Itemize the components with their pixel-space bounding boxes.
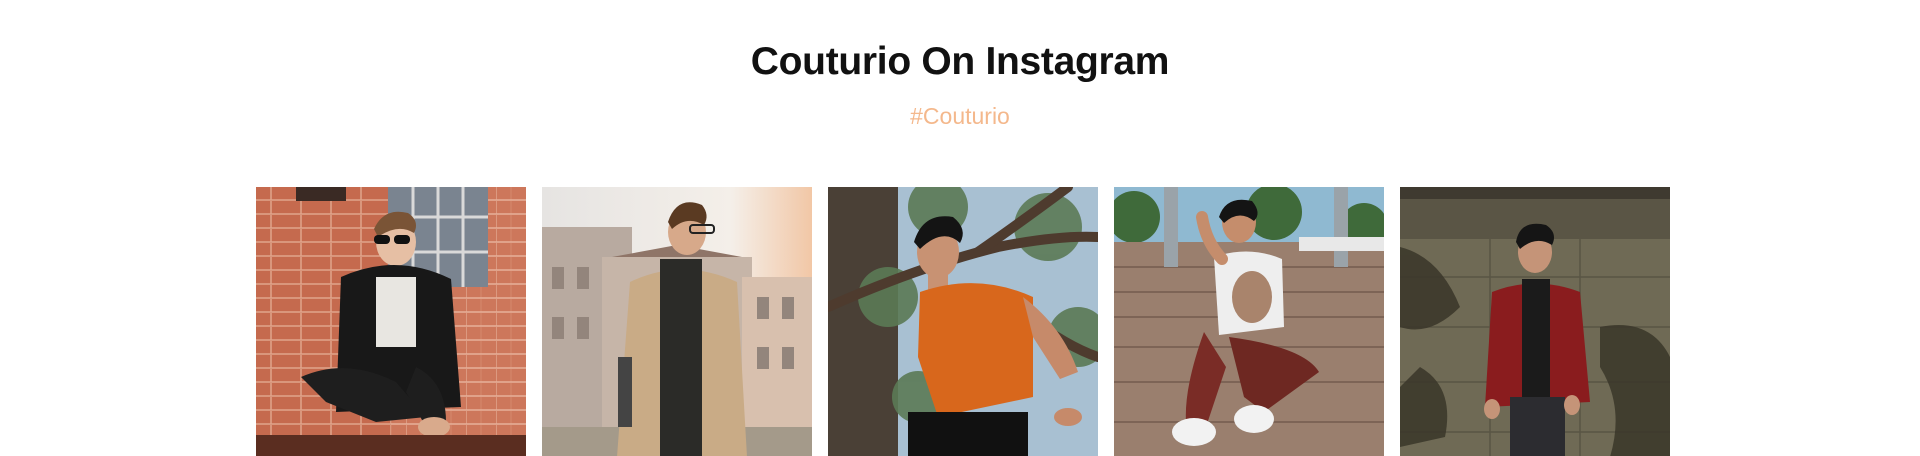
photo-image xyxy=(1400,187,1670,456)
instagram-gallery xyxy=(256,187,1670,456)
photo-image xyxy=(828,187,1098,456)
section-title: Couturio On Instagram xyxy=(750,40,1170,83)
instagram-photo-3[interactable] xyxy=(828,187,1098,456)
instagram-section: Couturio On Instagram #Couturio xyxy=(0,0,1920,456)
instagram-photo-5[interactable] xyxy=(1400,187,1670,456)
photo-image xyxy=(1114,187,1384,456)
instagram-photo-4[interactable] xyxy=(1114,187,1384,456)
instagram-hashtag[interactable]: #Couturio xyxy=(0,103,1920,130)
photo-image xyxy=(256,187,526,456)
photo-image xyxy=(542,187,812,456)
instagram-photo-1[interactable] xyxy=(256,187,526,456)
instagram-photo-2[interactable] xyxy=(542,187,812,456)
